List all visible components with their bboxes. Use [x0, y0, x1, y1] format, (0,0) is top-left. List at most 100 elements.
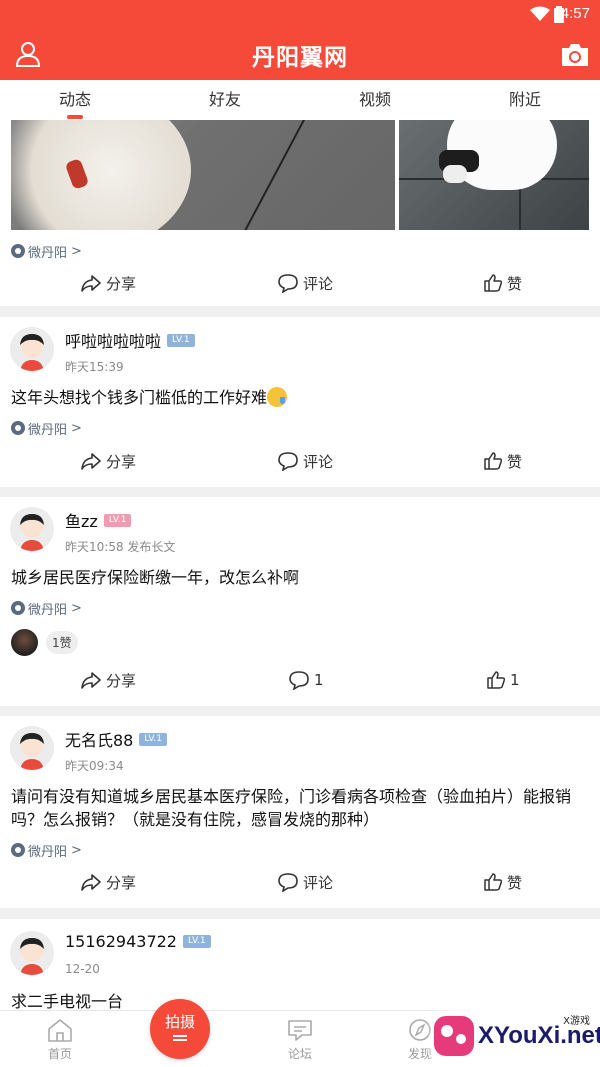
source-label: 微丹阳	[28, 422, 68, 438]
chevron-right-icon: >	[71, 243, 82, 259]
comment-icon	[289, 671, 309, 690]
avatar[interactable]	[10, 327, 54, 371]
post-source[interactable]: 微丹阳 >	[11, 598, 82, 618]
comment-icon	[278, 452, 298, 471]
username[interactable]: 呼啦啦啦啦啦 LV.1	[65, 328, 195, 352]
share-button[interactable]: 分享	[80, 268, 136, 298]
comment-button[interactable]: 评论	[277, 867, 333, 897]
share-button[interactable]: 分享	[80, 867, 136, 897]
chevron-right-icon: >	[71, 420, 82, 436]
share-icon	[81, 275, 101, 292]
source-icon	[11, 843, 25, 857]
post-card[interactable]: 微丹阳 > 分享 评论 赞	[0, 120, 600, 306]
thumbs-up-icon	[484, 873, 503, 891]
post-actions: 分享 评论 赞	[0, 867, 600, 897]
post-time: 昨天15:39	[65, 360, 124, 374]
level-badge: LV.1	[167, 333, 195, 347]
post-source[interactable]: 微丹阳 >	[11, 840, 82, 860]
likers-row[interactable]: 1赞	[11, 629, 78, 656]
post-actions: 分享 评论 赞	[0, 446, 600, 476]
shoot-button[interactable]: 拍摄	[150, 999, 210, 1059]
home-icon	[48, 1019, 72, 1042]
post-content[interactable]: 这年头想找个钱多门槛低的工作好难	[11, 386, 589, 409]
tab-video[interactable]: 视频	[300, 80, 450, 120]
wifi-icon	[530, 6, 550, 21]
like-button[interactable]: 赞	[483, 867, 522, 897]
watermark: XYouXi.net X游戏	[428, 1010, 600, 1067]
nav-home[interactable]: 首页	[30, 1017, 90, 1062]
comment-button[interactable]: 1	[288, 665, 324, 695]
source-label: 微丹阳	[28, 245, 68, 261]
thumbs-up-icon	[484, 452, 503, 470]
tab-dynamic[interactable]: 动态	[0, 80, 150, 120]
feed-tabs: 动态 好友 视频 附近	[0, 80, 600, 120]
post-source[interactable]: 微丹阳 >	[11, 241, 82, 261]
share-icon	[81, 453, 101, 470]
avatar-icon	[10, 507, 54, 551]
post-content[interactable]: 请问有没有知道城乡居民基本医疗保险，门诊看病各项检查（验血拍片）能报销吗？怎么报…	[11, 785, 589, 831]
username[interactable]: 无名氏88 LV.1	[65, 727, 167, 751]
avatar[interactable]	[10, 726, 54, 770]
share-icon	[81, 874, 101, 891]
tab-nearby[interactable]: 附近	[450, 80, 600, 120]
share-icon	[81, 672, 101, 689]
share-button[interactable]: 分享	[80, 446, 136, 476]
level-badge: LV.1	[103, 513, 132, 527]
username[interactable]: 鱼zz LV.1	[65, 508, 132, 532]
chevron-right-icon: >	[71, 842, 82, 858]
source-label: 微丹阳	[28, 602, 68, 618]
post-card[interactable]: 呼啦啦啦啦啦 LV.1 昨天15:39 这年头想找个钱多门槛低的工作好难 微丹阳…	[0, 317, 600, 487]
like-button[interactable]: 赞	[483, 446, 522, 476]
post-actions: 分享 1 1	[0, 665, 600, 695]
post-time: 12-20	[65, 962, 100, 976]
avatar-icon	[10, 327, 54, 371]
post-content[interactable]: 求二手电视一台	[11, 990, 589, 1010]
app-bar: 丹阳翼网	[0, 30, 600, 80]
source-icon	[11, 421, 25, 435]
avatar[interactable]	[10, 507, 54, 551]
post-time: 昨天10:58 发布长文	[65, 540, 176, 554]
post-card[interactable]: 无名氏88 LV.1 昨天09:34 请问有没有知道城乡居民基本医疗保险，门诊看…	[0, 716, 600, 908]
app-title: 丹阳翼网	[252, 45, 348, 71]
feed-list[interactable]: 微丹阳 > 分享 评论 赞 呼啦啦啦啦啦 LV.1 昨天15:39 这年头想找个…	[0, 120, 600, 1010]
comment-icon	[278, 274, 298, 293]
post-time: 昨天09:34	[65, 759, 124, 773]
comment-button[interactable]: 评论	[277, 268, 333, 298]
comment-icon	[278, 873, 298, 892]
watermark-logo-icon	[434, 1016, 474, 1056]
post-source[interactable]: 微丹阳 >	[11, 418, 82, 438]
liker-avatar[interactable]	[11, 629, 38, 656]
status-time: 4:57	[560, 5, 590, 22]
comment-button[interactable]: 评论	[277, 446, 333, 476]
avatar[interactable]	[10, 931, 54, 975]
status-bar: 4:57	[0, 0, 600, 30]
forum-icon	[288, 1020, 312, 1041]
sweat-emoji-icon	[267, 387, 288, 407]
thumbs-up-icon	[487, 671, 506, 689]
nav-forum[interactable]: 论坛	[270, 1017, 330, 1062]
thumbs-up-icon	[484, 274, 503, 292]
post-photo[interactable]	[11, 120, 395, 230]
avatar-icon	[10, 726, 54, 770]
post-card[interactable]: 15162943722 LV.1 12-20 求二手电视一台	[0, 919, 600, 1010]
watermark-tag: X游戏	[563, 1016, 590, 1027]
post-actions: 分享 评论 赞	[0, 268, 600, 298]
share-button[interactable]: 分享	[80, 665, 136, 695]
chevron-right-icon: >	[71, 600, 82, 616]
like-button[interactable]: 1	[486, 665, 520, 695]
post-card[interactable]: 鱼zz LV.1 昨天10:58 发布长文 城乡居民医疗保险断缴一年，改怎么补啊…	[0, 497, 600, 706]
level-badge: LV.1	[182, 935, 211, 948]
post-photo[interactable]	[399, 120, 589, 230]
like-count-badge: 1赞	[46, 631, 78, 654]
source-label: 微丹阳	[28, 844, 68, 860]
post-photos	[0, 120, 600, 230]
tab-friends[interactable]: 好友	[150, 80, 300, 120]
post-content[interactable]: 城乡居民医疗保险断缴一年，改怎么补啊	[11, 566, 589, 589]
like-button[interactable]: 赞	[483, 268, 522, 298]
level-badge: LV.1	[139, 732, 167, 746]
camera-icon[interactable]	[560, 42, 590, 68]
username[interactable]: 15162943722 LV.1	[65, 932, 211, 951]
source-icon	[11, 244, 25, 258]
menu-lines-icon	[173, 1035, 187, 1041]
source-icon	[11, 601, 25, 615]
